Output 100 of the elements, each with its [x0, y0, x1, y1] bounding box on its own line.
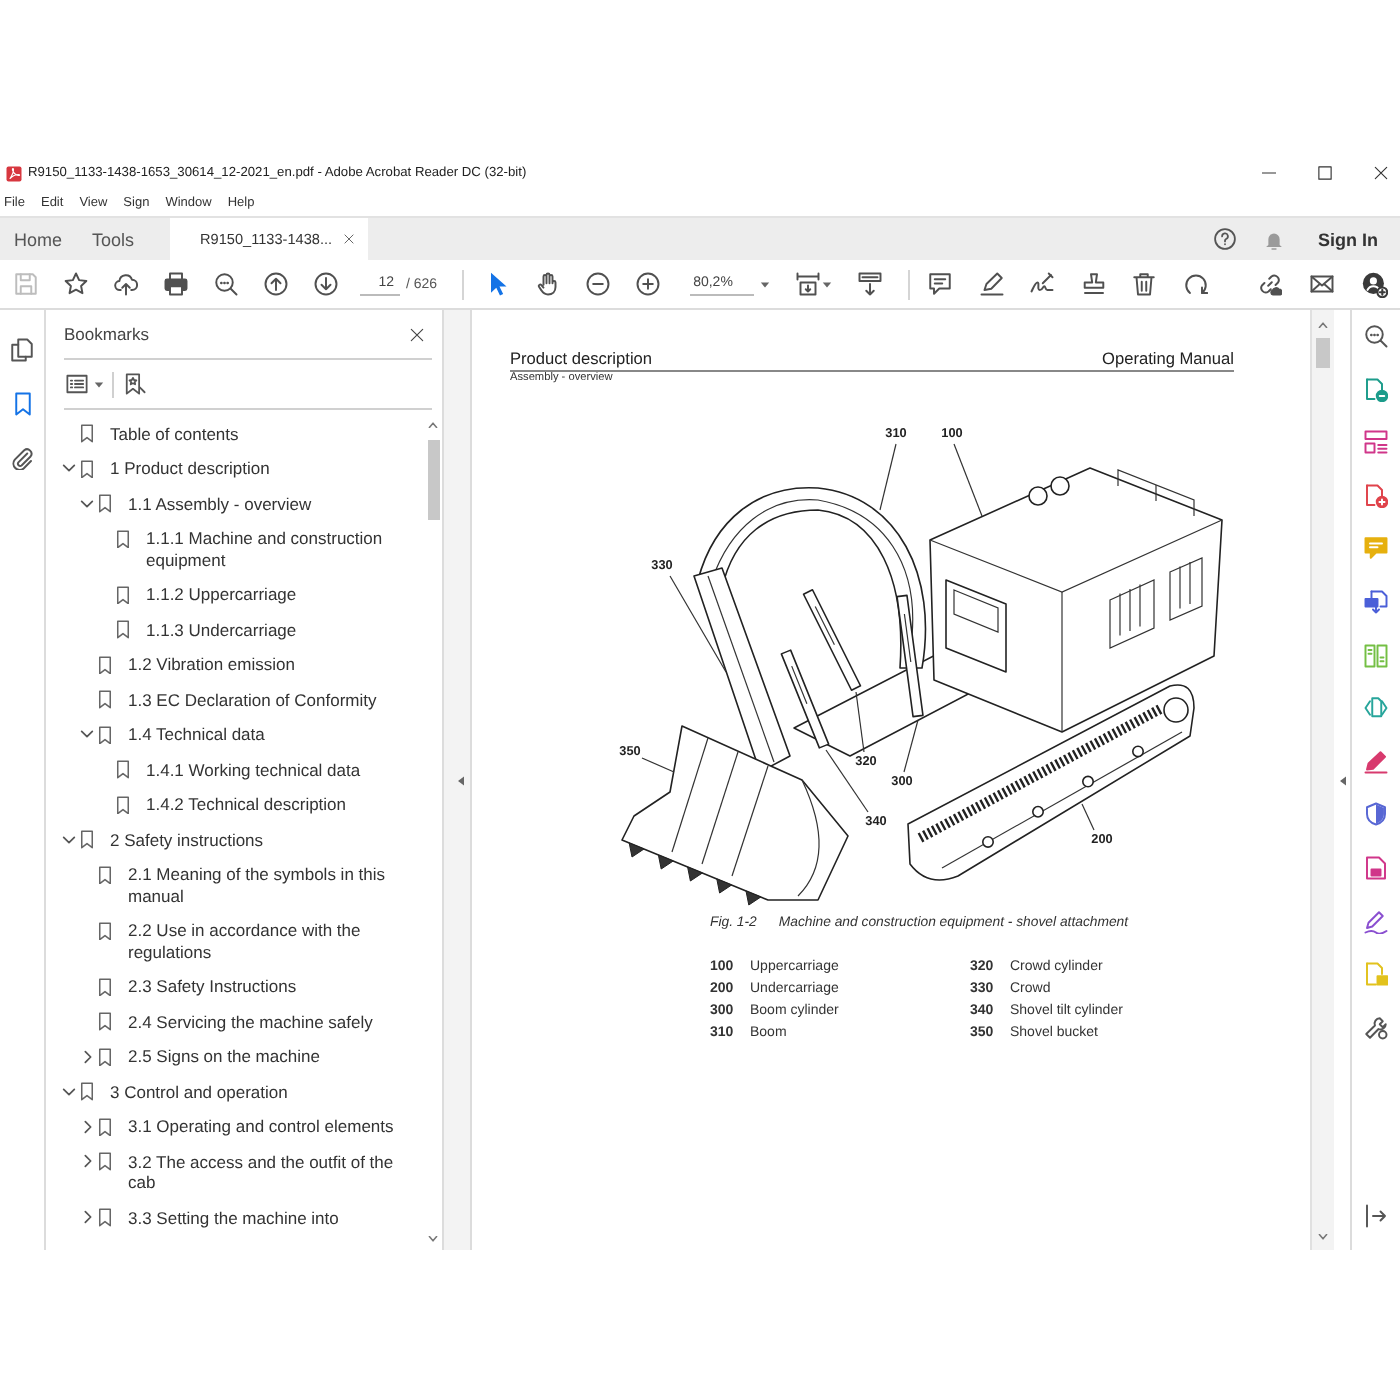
hydraulic-cylinder: [802, 588, 862, 692]
document-brackets-icon[interactable]: [1364, 696, 1388, 721]
chevron-down-icon[interactable]: [62, 835, 76, 844]
chevron-right-icon[interactable]: [83, 1049, 91, 1064]
hand-icon[interactable]: [536, 272, 561, 296]
bookmark-item[interactable]: 1.4.2 Technical description: [146, 794, 416, 815]
caret-down-icon[interactable]: [821, 281, 832, 287]
bookmark-item[interactable]: 1 Product description: [110, 458, 416, 479]
close-icon[interactable]: [1374, 166, 1388, 180]
chevron-right-icon[interactable]: [83, 1119, 91, 1134]
chevron-right-icon[interactable]: [83, 1210, 91, 1225]
bookmark-icon: [98, 921, 112, 940]
leader-line: [953, 443, 983, 517]
search-icon[interactable]: [213, 272, 237, 296]
bookmark-item[interactable]: 2.3 Safety Instructions: [128, 976, 416, 997]
document-plus-icon[interactable]: [1364, 483, 1388, 508]
bookmark-item[interactable]: 2.2 Use in accordance with the regulations: [128, 920, 416, 962]
pen-icon[interactable]: [1364, 749, 1388, 774]
trash-icon[interactable]: [1132, 272, 1157, 296]
maximize-icon[interactable]: [1318, 166, 1332, 180]
highlighter-icon[interactable]: [979, 272, 1004, 296]
bookmark-item[interactable]: 1.2 Vibration emission: [128, 654, 416, 675]
bookmark-item[interactable]: 3 Control and operation: [110, 1081, 416, 1102]
print-icon[interactable]: [163, 272, 187, 296]
zoom-in-icon[interactable]: [636, 272, 661, 296]
paperclip-icon[interactable]: [10, 446, 34, 470]
leader-line: [669, 575, 727, 673]
stamp-icon[interactable]: [1081, 272, 1106, 296]
document-icon[interactable]: [1364, 855, 1388, 880]
pointer-icon[interactable]: [489, 272, 508, 296]
tab[interactable]: Tools: [78, 218, 151, 260]
signature-pen-icon[interactable]: [1364, 909, 1388, 934]
bookmark-item[interactable]: 1.1.2 Uppercarriage: [146, 584, 416, 605]
close-icon[interactable]: [344, 234, 355, 244]
bookmark-star-icon[interactable]: [124, 372, 146, 396]
leader-line: [879, 443, 897, 511]
bookmark-item[interactable]: 1.3 EC Declaration of Conformity: [128, 689, 416, 710]
layout-icon[interactable]: [1364, 430, 1388, 455]
scrollbar-track[interactable]: [1310, 310, 1334, 1250]
bookmark-item[interactable]: 1.4 Technical data: [128, 724, 416, 745]
scroll-down-icon[interactable]: [428, 1236, 438, 1242]
bookmark-item[interactable]: 3.3 Setting the machine into: [128, 1207, 416, 1228]
rotate-icon[interactable]: [1183, 272, 1208, 296]
scrollbar-thumb[interactable]: [1316, 338, 1330, 368]
bookmark-item[interactable]: 2 Safety instructions: [110, 829, 416, 850]
star-icon[interactable]: [63, 272, 87, 296]
hydraulic-cylinder: [896, 594, 924, 718]
bookmark-icon[interactable]: [13, 392, 31, 416]
document-badge-icon[interactable]: [1364, 377, 1388, 402]
sign-in-button[interactable]: Sign In: [1318, 229, 1378, 249]
search-icon[interactable]: [1364, 324, 1388, 348]
scroll-down-icon[interactable]: [1318, 1234, 1328, 1240]
collapse-arrow-icon[interactable]: [1339, 775, 1345, 785]
bookmark-item[interactable]: 2.1 Meaning of the symbols in this manual: [128, 864, 416, 906]
chevron-down-icon[interactable]: [80, 730, 94, 739]
arrow-up-circle-icon[interactable]: [263, 272, 287, 296]
scrollbar-thumb[interactable]: [427, 440, 439, 520]
leader-line: [1081, 803, 1095, 831]
comment-icon[interactable]: [928, 272, 953, 296]
arrow-down-circle-icon[interactable]: [313, 272, 337, 296]
section-heading: Product description: [510, 350, 653, 368]
mail-icon[interactable]: [1310, 272, 1334, 296]
close-icon[interactable]: [410, 327, 424, 341]
wrench-icon[interactable]: [1364, 1015, 1388, 1040]
collapse-arrow-icon[interactable]: [457, 775, 463, 785]
bookmark-item[interactable]: 3.2 The access and the outfit of the cab: [128, 1151, 416, 1193]
bookmark-item[interactable]: 1.1 Assembly - overview: [128, 493, 416, 514]
scroll-up-icon[interactable]: [1318, 322, 1328, 328]
page-scroll-icon[interactable]: [857, 272, 882, 296]
caret-down-icon[interactable]: [759, 281, 770, 287]
bookmark-item[interactable]: 3.1 Operating and control elements: [128, 1116, 416, 1137]
chevron-down-icon[interactable]: [62, 1087, 76, 1096]
pdf-app-icon: [6, 165, 22, 181]
document-arrow-icon[interactable]: [1364, 589, 1388, 614]
leader-line: [903, 719, 919, 773]
panel-expand-icon[interactable]: [1364, 1204, 1388, 1228]
caret-down-icon[interactable]: [94, 381, 104, 387]
shield-icon[interactable]: [1364, 802, 1388, 827]
bookmark-item[interactable]: 1.1.1 Machine and construction equipment: [146, 528, 416, 570]
bookmark-item[interactable]: 2.4 Servicing the machine safely: [128, 1011, 416, 1032]
scroll-up-icon[interactable]: [428, 422, 438, 428]
leader-line: [641, 757, 675, 773]
pages-icon[interactable]: [10, 338, 34, 362]
page-width-icon[interactable]: [795, 272, 820, 296]
chevron-down-icon[interactable]: [80, 499, 94, 508]
link-cloud-icon[interactable]: [1258, 272, 1282, 296]
zoom-out-icon[interactable]: [586, 272, 611, 296]
help-icon[interactable]: [1214, 228, 1236, 250]
bookmark-item[interactable]: Table of contents: [110, 423, 416, 444]
bookmark-item[interactable]: 2.5 Signs on the machine: [128, 1046, 416, 1067]
cloud-upload-icon[interactable]: [113, 272, 137, 296]
tab[interactable]: Home: [0, 218, 79, 260]
bookmark-item[interactable]: 1.4.1 Working technical data: [146, 759, 416, 780]
chevron-right-icon[interactable]: [83, 1154, 91, 1169]
bookmark-item[interactable]: 1.1.3 Undercarriage: [146, 619, 416, 640]
hydraulic-cylinder: [780, 649, 830, 749]
signature-icon[interactable]: [1030, 272, 1055, 296]
list-icon[interactable]: [66, 374, 88, 394]
user-icon[interactable]: [1361, 271, 1387, 297]
chevron-down-icon[interactable]: [62, 464, 76, 473]
